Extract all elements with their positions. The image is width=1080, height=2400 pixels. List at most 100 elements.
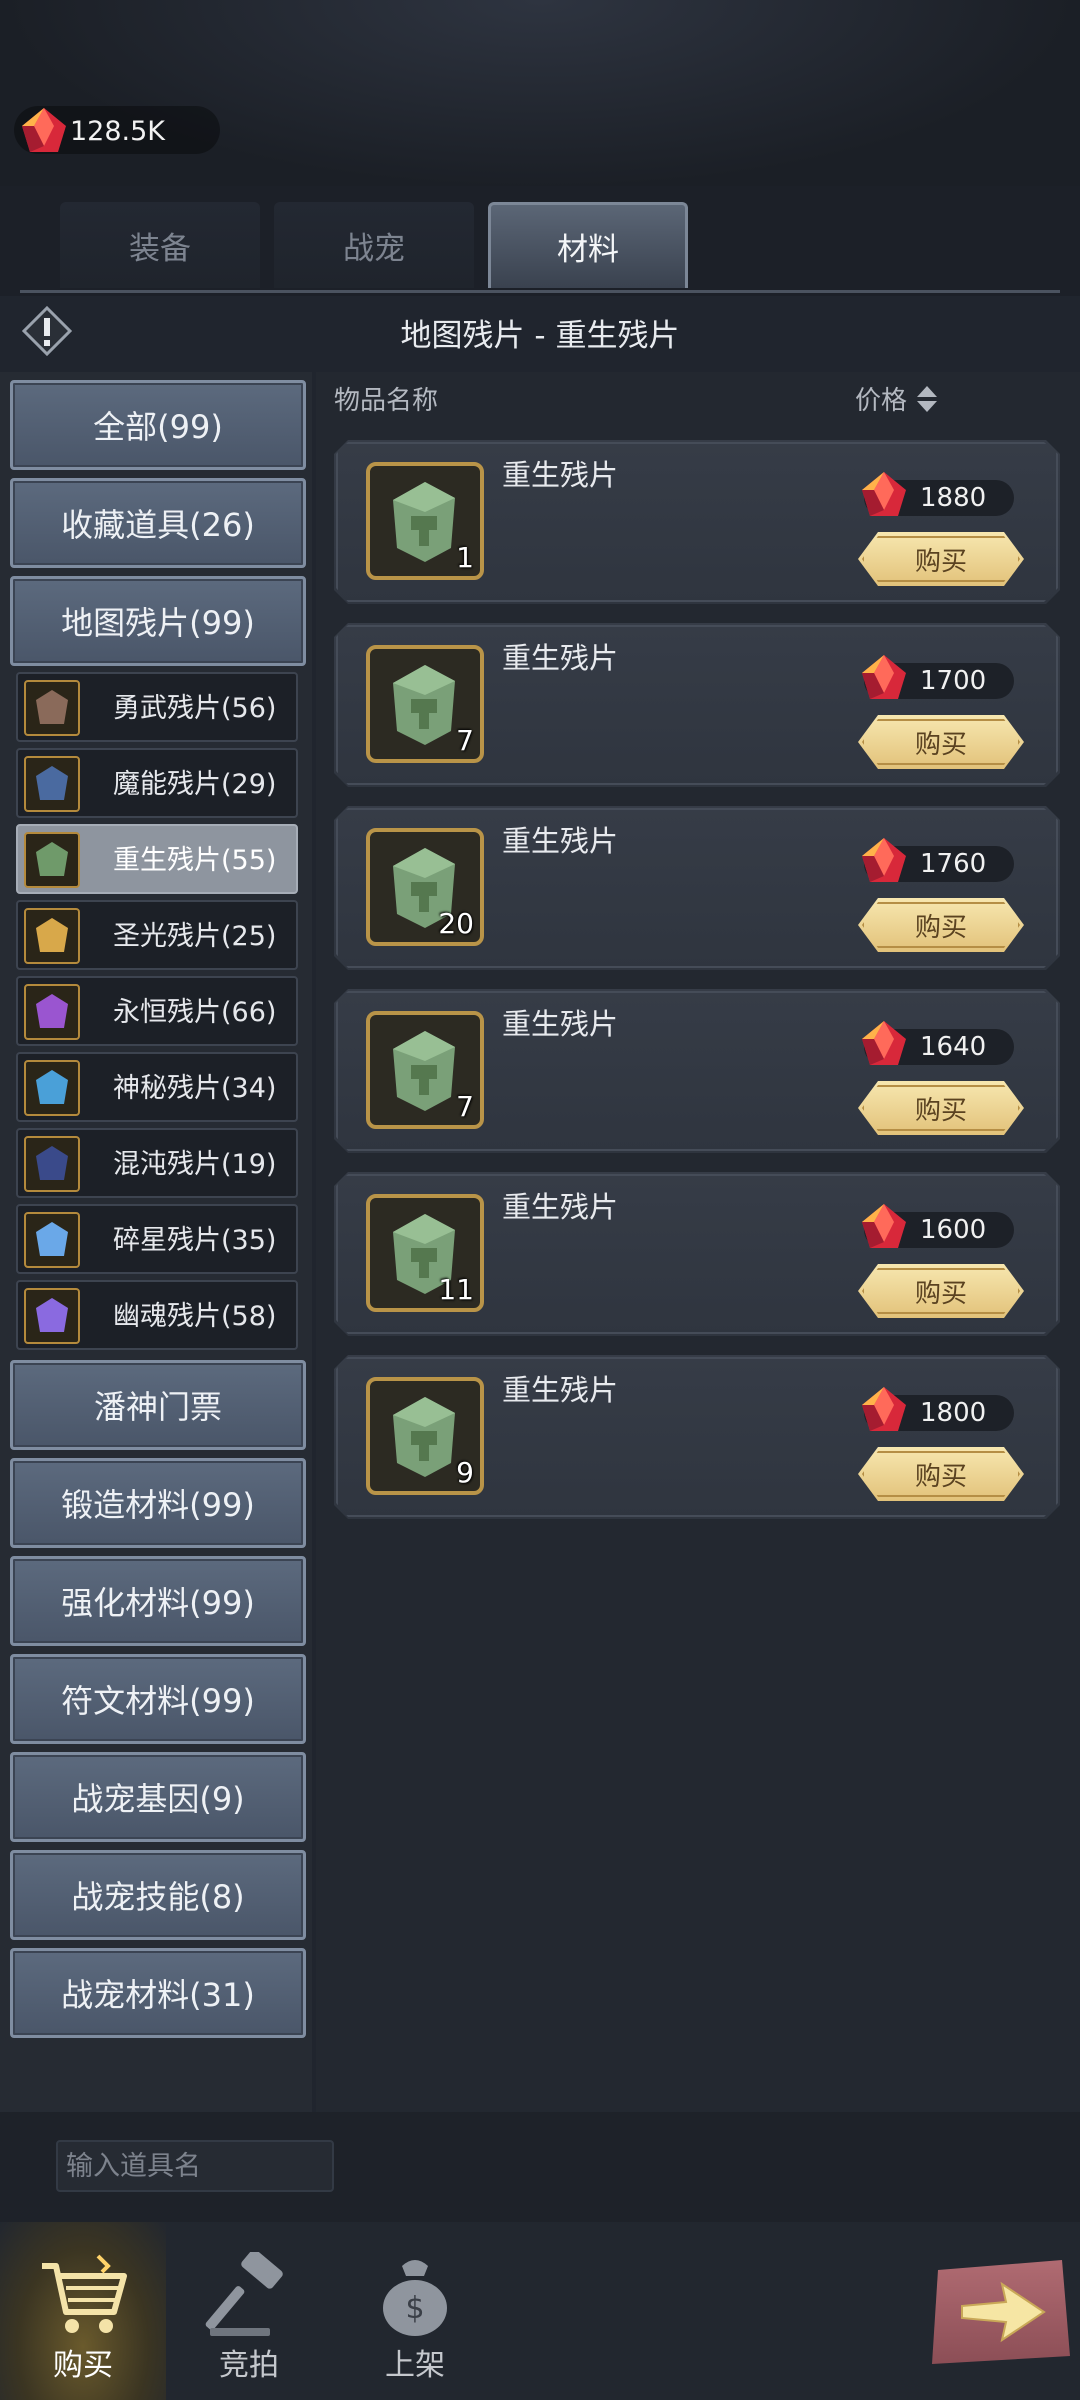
category-pet-materials[interactable]: 战宠材料(31) (10, 1948, 306, 2038)
price-value: 1600 (920, 1215, 987, 1245)
item-name: 重生残片 (502, 1007, 619, 1041)
item-price: 1600 (862, 1204, 1014, 1248)
item-icon: 1 (366, 462, 484, 580)
subcategory-item[interactable]: 神秘残片(34) (16, 1052, 298, 1122)
item-name: 重生残片 (502, 458, 619, 492)
money-bag-icon: $ (368, 2252, 462, 2346)
subcategory-label: 神秘残片(34) (113, 1073, 277, 1104)
ruby-gem-icon (18, 106, 70, 160)
subcategory-item[interactable]: 圣光残片(25) (16, 900, 298, 970)
nav-label: 竞拍 (219, 2348, 279, 2383)
nav-buy[interactable]: 购买 (0, 2222, 166, 2400)
buy-button[interactable]: 购买 (858, 1447, 1024, 1501)
item-price: 1880 (862, 472, 1014, 516)
subcategory-item[interactable]: 永恒残片(66) (16, 976, 298, 1046)
nav-label: 上架 (385, 2348, 445, 2383)
item-price: 1640 (862, 1021, 1014, 1065)
subcategory-item[interactable]: 魔能残片(29) (16, 748, 298, 818)
subcategory-label: 永恒残片(66) (113, 997, 277, 1028)
top-header (0, 0, 1080, 190)
subcategory-item[interactable]: 混沌残片(19) (16, 1128, 298, 1198)
ruby-gem-icon (858, 1385, 910, 1439)
ruby-gem-icon (858, 836, 910, 890)
item-price: 1700 (862, 655, 1014, 699)
shattered-star-fragment-icon (24, 1212, 80, 1268)
subcategory-label: 碎星残片(35) (113, 1225, 277, 1256)
buy-button[interactable]: 购买 (858, 532, 1024, 586)
ruby-gem-icon (858, 653, 910, 707)
currency-amount: 128.5K (70, 116, 166, 147)
ruby-gem-icon (858, 1019, 910, 1073)
item-name: 重生残片 (502, 1190, 619, 1224)
item-icon: 7 (366, 645, 484, 763)
ruby-gem-icon (858, 470, 910, 524)
item-row[interactable]: 11 重生残片 1600 购买 (334, 1172, 1060, 1336)
subcategory-item[interactable]: 碎星残片(35) (16, 1204, 298, 1274)
buy-button[interactable]: 购买 (858, 715, 1024, 769)
item-row[interactable]: 7 重生残片 1640 购买 (334, 989, 1060, 1153)
subcategory-label: 重生残片(55) (113, 845, 277, 876)
subcategory-item-active[interactable]: 重生残片(55) (16, 824, 298, 894)
price-value: 1640 (920, 1032, 987, 1062)
item-quantity: 20 (438, 907, 474, 940)
item-icon: 20 (366, 828, 484, 946)
mystic-fragment-icon (24, 1060, 80, 1116)
item-name: 重生残片 (502, 641, 619, 675)
item-row[interactable]: 9 重生残片 1800 购买 (334, 1355, 1060, 1519)
breadcrumb: 地图残片 - 重生残片 (400, 318, 680, 354)
category-pet-skills[interactable]: 战宠技能(8) (10, 1850, 306, 1940)
ruby-gem-icon (858, 1202, 910, 1256)
magic-fragment-icon (24, 756, 80, 812)
tab-equipment[interactable]: 装备 (60, 202, 260, 288)
buy-button[interactable]: 购买 (858, 1081, 1024, 1135)
nav-label: 购买 (53, 2348, 113, 2383)
column-header-name: 物品名称 (334, 386, 439, 416)
item-name: 重生残片 (502, 824, 619, 858)
category-enhance-materials[interactable]: 强化材料(99) (10, 1556, 306, 1646)
ghost-soul-fragment-icon (24, 1288, 80, 1344)
price-value: 1880 (920, 483, 987, 513)
nav-list-item[interactable]: $ 上架 (332, 2222, 498, 2400)
category-forge-materials[interactable]: 锻造材料(99) (10, 1458, 306, 1548)
item-name: 重生残片 (502, 1373, 619, 1407)
price-value: 1700 (920, 666, 987, 696)
eternal-fragment-icon (24, 984, 80, 1040)
category-map-fragments[interactable]: 地图残片(99) (10, 576, 306, 666)
currency-display: 128.5K (14, 106, 220, 154)
price-value: 1760 (920, 849, 987, 879)
buy-button[interactable]: 购买 (858, 898, 1024, 952)
category-favorites[interactable]: 收藏道具(26) (10, 478, 306, 568)
price-value: 1800 (920, 1398, 987, 1428)
search-input[interactable] (56, 2140, 334, 2192)
item-quantity: 11 (438, 1273, 474, 1306)
category-rune-materials[interactable]: 符文材料(99) (10, 1654, 306, 1744)
tab-pets[interactable]: 战宠 (274, 202, 474, 288)
next-page-button[interactable] (932, 2260, 1070, 2364)
item-icon: 11 (366, 1194, 484, 1312)
tab-materials[interactable]: 材料 (488, 202, 688, 288)
chaos-fragment-icon (24, 1136, 80, 1192)
shopping-cart-icon (36, 2252, 130, 2346)
auction-hammer-icon (202, 2249, 296, 2346)
subcategory-label: 圣光残片(25) (113, 921, 277, 952)
subcategory-label: 魔能残片(29) (113, 769, 277, 800)
rebirth-fragment-icon (24, 832, 80, 888)
item-row[interactable]: 1 重生残片 1880 购买 (334, 440, 1060, 604)
item-row[interactable]: 20 重生残片 1760 购买 (334, 806, 1060, 970)
item-quantity: 1 (456, 541, 474, 574)
item-row[interactable]: 7 重生残片 1700 购买 (334, 623, 1060, 787)
item-quantity: 7 (456, 724, 474, 757)
item-quantity: 7 (456, 1090, 474, 1123)
nav-auction[interactable]: 竞拍 (166, 2222, 332, 2400)
buy-button[interactable]: 购买 (858, 1264, 1024, 1318)
sort-icon[interactable] (915, 384, 939, 418)
category-all[interactable]: 全部(99) (10, 380, 306, 470)
subcategory-item[interactable]: 幽魂残片(58) (16, 1280, 298, 1350)
column-header-price[interactable]: 价格 (855, 380, 907, 417)
holy-light-fragment-icon (24, 908, 80, 964)
category-pan-ticket[interactable]: 潘神门票 (10, 1360, 306, 1450)
category-pet-genes[interactable]: 战宠基因(9) (10, 1752, 306, 1842)
svg-text:$: $ (405, 2291, 424, 2326)
subcategory-item[interactable]: 勇武残片(56) (16, 672, 298, 742)
subcategory-label: 幽魂残片(58) (113, 1301, 277, 1332)
